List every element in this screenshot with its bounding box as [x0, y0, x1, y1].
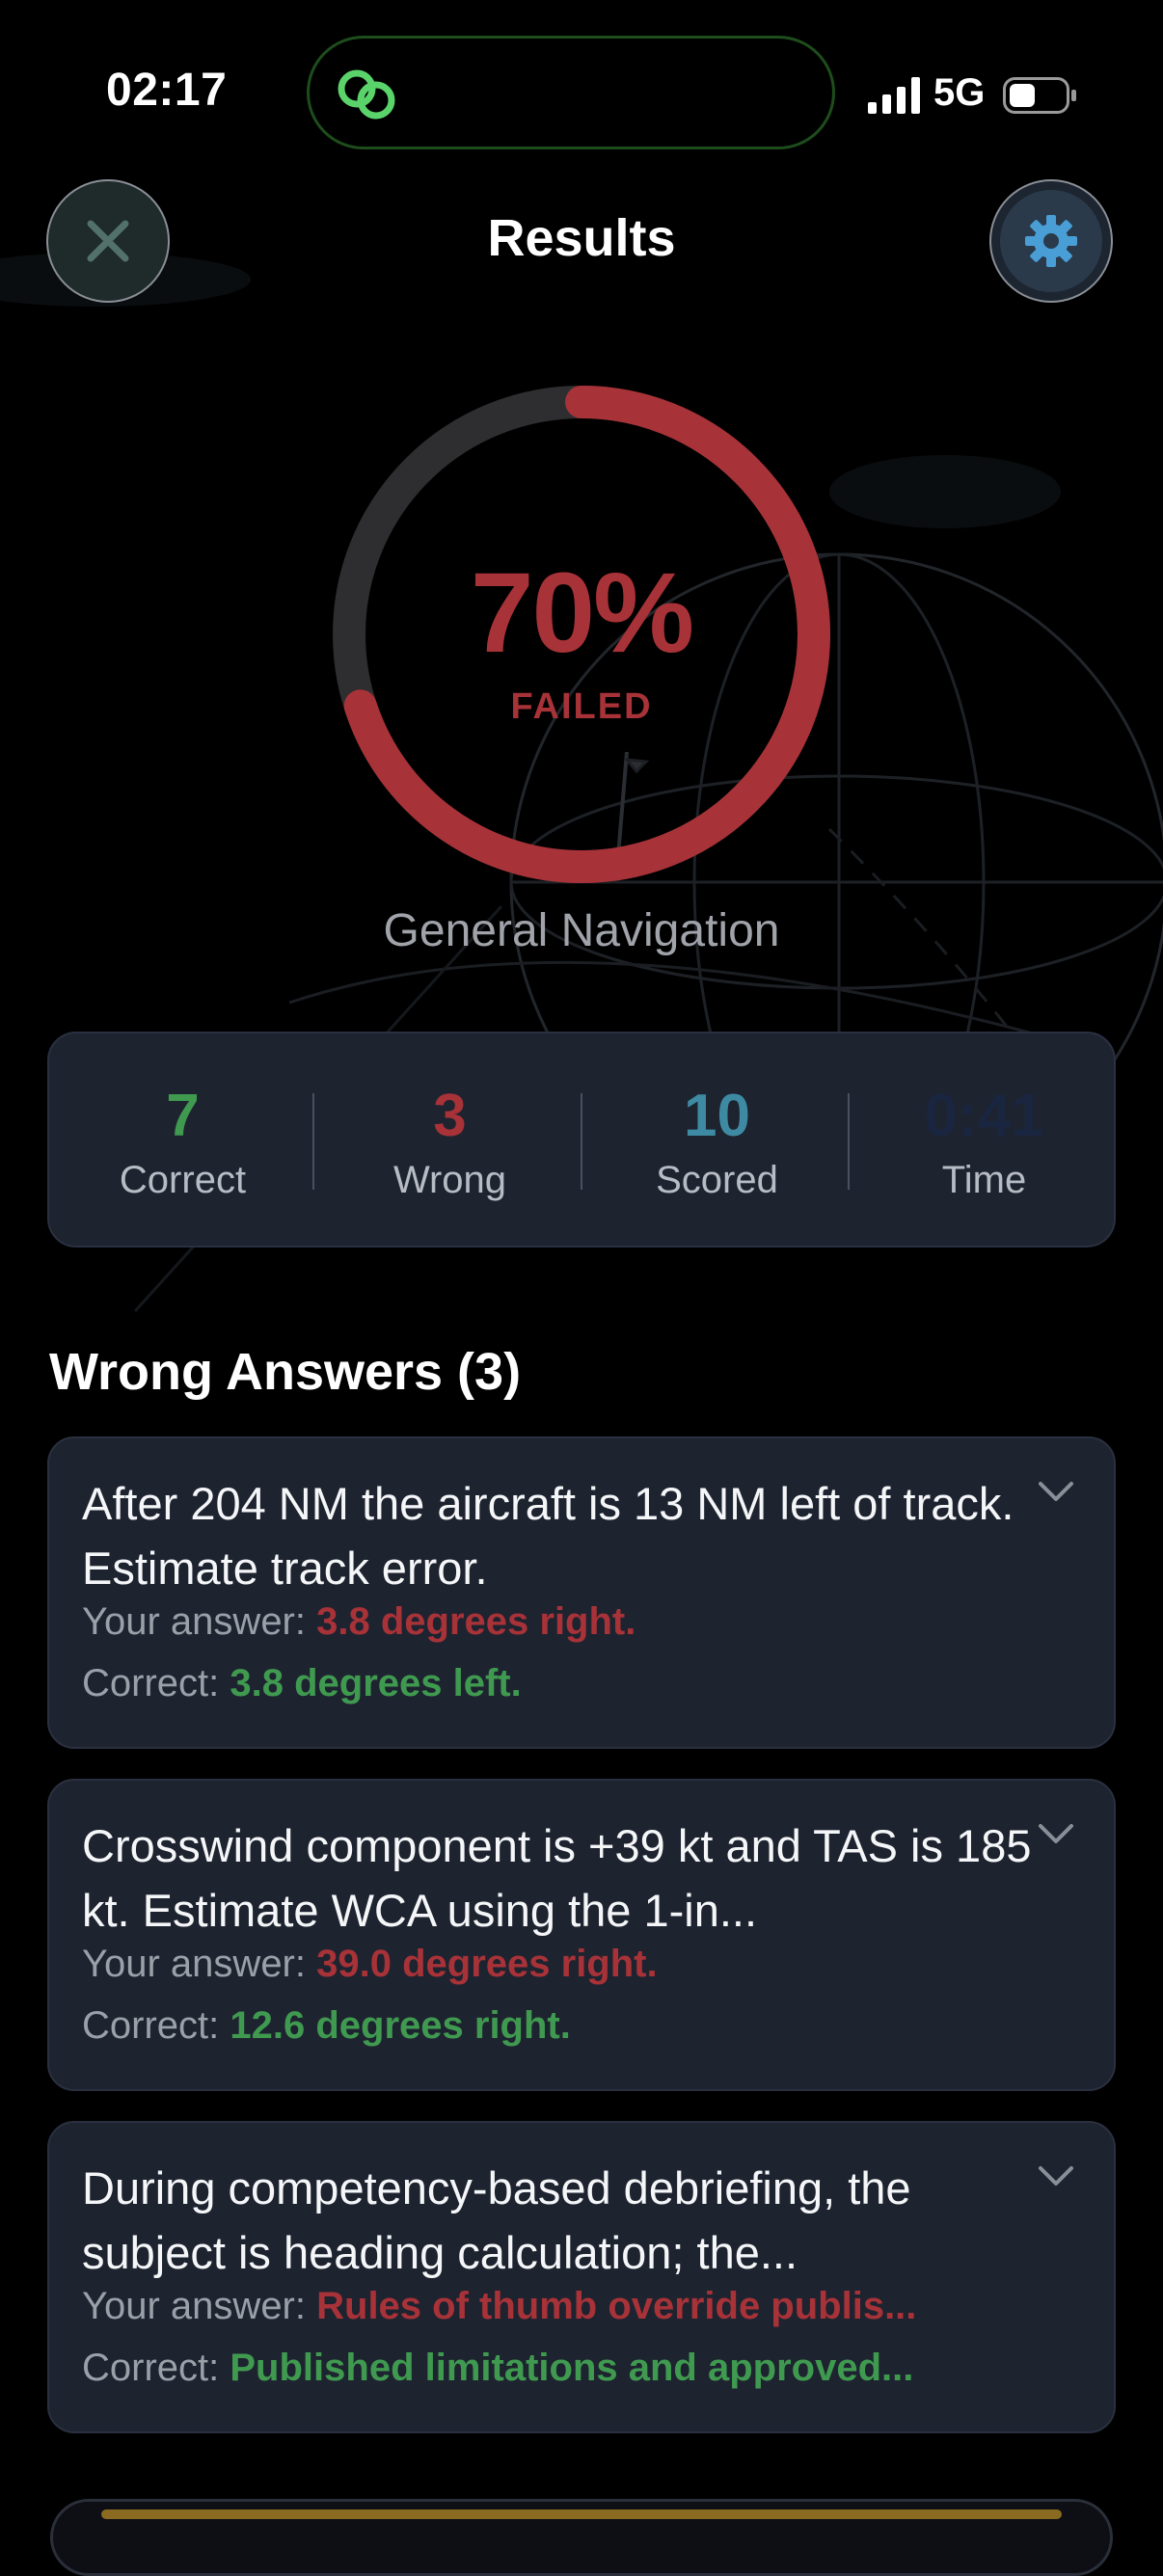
status-time: 02:17: [106, 65, 228, 116]
wrong-answer-card[interactable]: Crosswind component is +39 kt and TAS is…: [47, 1779, 1116, 2091]
your-answer-label: Your answer:: [82, 2285, 306, 2327]
score-ring: 70% FAILED: [333, 386, 830, 883]
result-status: FAILED: [510, 686, 653, 727]
network-label: 5G: [933, 71, 986, 114]
stat-scored: 10 Scored: [583, 1033, 851, 1249]
correct-answer-value: 12.6 degrees right.: [230, 2004, 571, 2047]
stat-wrong: 3 Wrong: [316, 1033, 583, 1249]
stats-card: 7 Correct 3 Wrong 10 Scored 0:41 Time: [47, 1032, 1116, 1248]
stat-value: 10: [684, 1083, 750, 1149]
subject-name: General Navigation: [383, 905, 780, 956]
stat-divider: [581, 1093, 582, 1190]
your-answer-label: Your answer:: [82, 1600, 306, 1643]
battery-icon: [1003, 77, 1076, 114]
wrong-answer-card[interactable]: After 204 NM the aircraft is 13 NM left …: [47, 1436, 1116, 1749]
score-percent: 70%: [470, 550, 694, 677]
your-answer-value: Rules of thumb override publis...: [316, 2285, 917, 2327]
stat-label: Wrong: [392, 1159, 507, 1201]
stat-label: Correct: [119, 1159, 247, 1201]
question-text: Crosswind component is +39 kt and TAS is…: [82, 1820, 1032, 1936]
correct-label: Correct:: [82, 2347, 220, 2389]
question-text: After 204 NM the aircraft is 13 NM left …: [82, 1478, 1014, 1594]
correct-label: Correct:: [82, 2004, 220, 2047]
bottom-action-button-edge: [101, 2509, 1062, 2519]
settings-button-inner: [1000, 190, 1102, 292]
stat-label: Time: [941, 1159, 1027, 1201]
correct-label: Correct:: [82, 1662, 220, 1704]
your-answer-label: Your answer:: [82, 1943, 306, 1985]
bottom-action-button[interactable]: [50, 2499, 1113, 2576]
signal-icon: [868, 77, 920, 114]
question-text: During competency-based debriefing, the …: [82, 2162, 911, 2278]
stat-divider: [848, 1093, 850, 1190]
correct-answer-row: Correct: 12.6 degrees right.: [82, 2004, 571, 2048]
correct-answer-value: 3.8 degrees left.: [230, 1662, 522, 1704]
stat-time: 0:41 Time: [851, 1033, 1118, 1249]
wrong-answers-title: Wrong Answers (3): [49, 1343, 522, 1401]
status-bar: 02:17 5G: [0, 0, 1163, 183]
your-answer-row: Your answer: 39.0 degrees right.: [82, 1943, 658, 1986]
link-icon: [338, 69, 395, 120]
your-answer-row: Your answer: 3.8 degrees right.: [82, 1600, 636, 1644]
correct-answer-row: Correct: 3.8 degrees left.: [82, 1662, 522, 1705]
wrong-answer-card[interactable]: During competency-based debriefing, the …: [47, 2121, 1116, 2433]
dynamic-island: [307, 36, 835, 149]
chevron-down-icon[interactable]: [1037, 1479, 1075, 1504]
stat-value: 0:41: [924, 1083, 1044, 1149]
your-answer-value: 3.8 degrees right.: [316, 1600, 636, 1643]
your-answer-value: 39.0 degrees right.: [316, 1943, 658, 1985]
chevron-down-icon[interactable]: [1037, 2163, 1075, 2188]
your-answer-row: Your answer: Rules of thumb override pub…: [82, 2285, 916, 2328]
chevron-down-icon[interactable]: [1037, 1821, 1075, 1846]
stat-divider: [312, 1093, 314, 1190]
stat-correct: 7 Correct: [49, 1033, 316, 1249]
stat-label: Scored: [656, 1159, 778, 1201]
correct-answer-value: Published limitations and approved...: [230, 2347, 914, 2389]
gear-icon: [1025, 215, 1077, 267]
stat-value: 7: [166, 1083, 200, 1149]
correct-answer-row: Correct: Published limitations and appro…: [82, 2347, 913, 2390]
stat-value: 3: [433, 1083, 467, 1149]
settings-button[interactable]: [989, 179, 1113, 303]
